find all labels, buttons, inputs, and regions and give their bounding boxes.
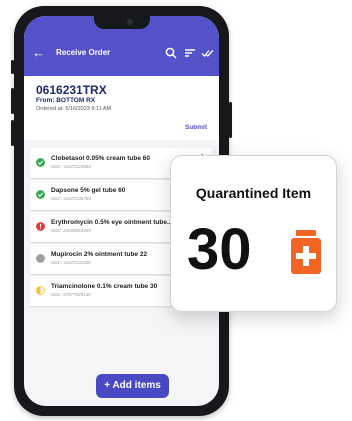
check-circle-icon bbox=[36, 190, 45, 199]
order-date: Ordered at: 6/16/2023 9:11 AM bbox=[36, 106, 112, 112]
camera bbox=[127, 19, 133, 25]
check-circle-icon bbox=[36, 158, 45, 167]
add-items-button[interactable]: + Add items bbox=[96, 374, 169, 398]
item-name: Triamcinolone 0.1% cream tube 30 bbox=[51, 283, 158, 290]
order-summary: 0616231TRX From: BOTTOM RX Ordered at: 6… bbox=[24, 76, 219, 140]
filter-icon[interactable] bbox=[183, 46, 197, 60]
page-title: Receive Order bbox=[56, 48, 111, 57]
item-ndc: NDC: 67877025130 bbox=[51, 292, 91, 297]
phone-notch bbox=[94, 16, 150, 29]
phone-volume-up-button bbox=[11, 88, 14, 114]
quarantine-count: 30 bbox=[187, 217, 252, 282]
done-all-icon[interactable] bbox=[201, 46, 215, 60]
phone-side-button bbox=[11, 60, 14, 74]
item-ndc: NDC: 51672131200 bbox=[51, 260, 91, 265]
quarantine-card: Quarantined Item 30 bbox=[170, 155, 337, 312]
item-ndc: NDC: 51672136703 bbox=[51, 196, 91, 201]
item-name: Dapsone 5% gel tube 60 bbox=[51, 187, 126, 194]
submit-button[interactable]: Submit bbox=[185, 124, 207, 131]
item-name: Mupirocin 2% ointment tube 22 bbox=[51, 251, 148, 258]
quarantine-title: Quarantined Item bbox=[195, 185, 312, 201]
item-ndc: NDC: 51672125803 bbox=[51, 164, 91, 169]
order-from: From: BOTTOM RX bbox=[36, 97, 96, 104]
item-ndc: NDC: 24208091055 bbox=[51, 228, 91, 233]
phone-volume-down-button bbox=[11, 120, 14, 146]
medicine-bottle-icon bbox=[291, 230, 321, 274]
item-name: Erythromycin 0.5% eye ointment tube... bbox=[51, 219, 173, 226]
arrow-left-icon[interactable]: ← bbox=[32, 46, 45, 60]
order-id: 0616231TRX bbox=[36, 83, 107, 97]
search-icon[interactable] bbox=[164, 46, 178, 60]
item-name: Clobetasol 0.05% cream tube 60 bbox=[51, 155, 150, 162]
half-circle-icon bbox=[36, 286, 45, 295]
pending-circle-icon bbox=[36, 254, 45, 263]
alert-circle-icon bbox=[36, 222, 45, 231]
phone-power-button bbox=[229, 102, 232, 138]
